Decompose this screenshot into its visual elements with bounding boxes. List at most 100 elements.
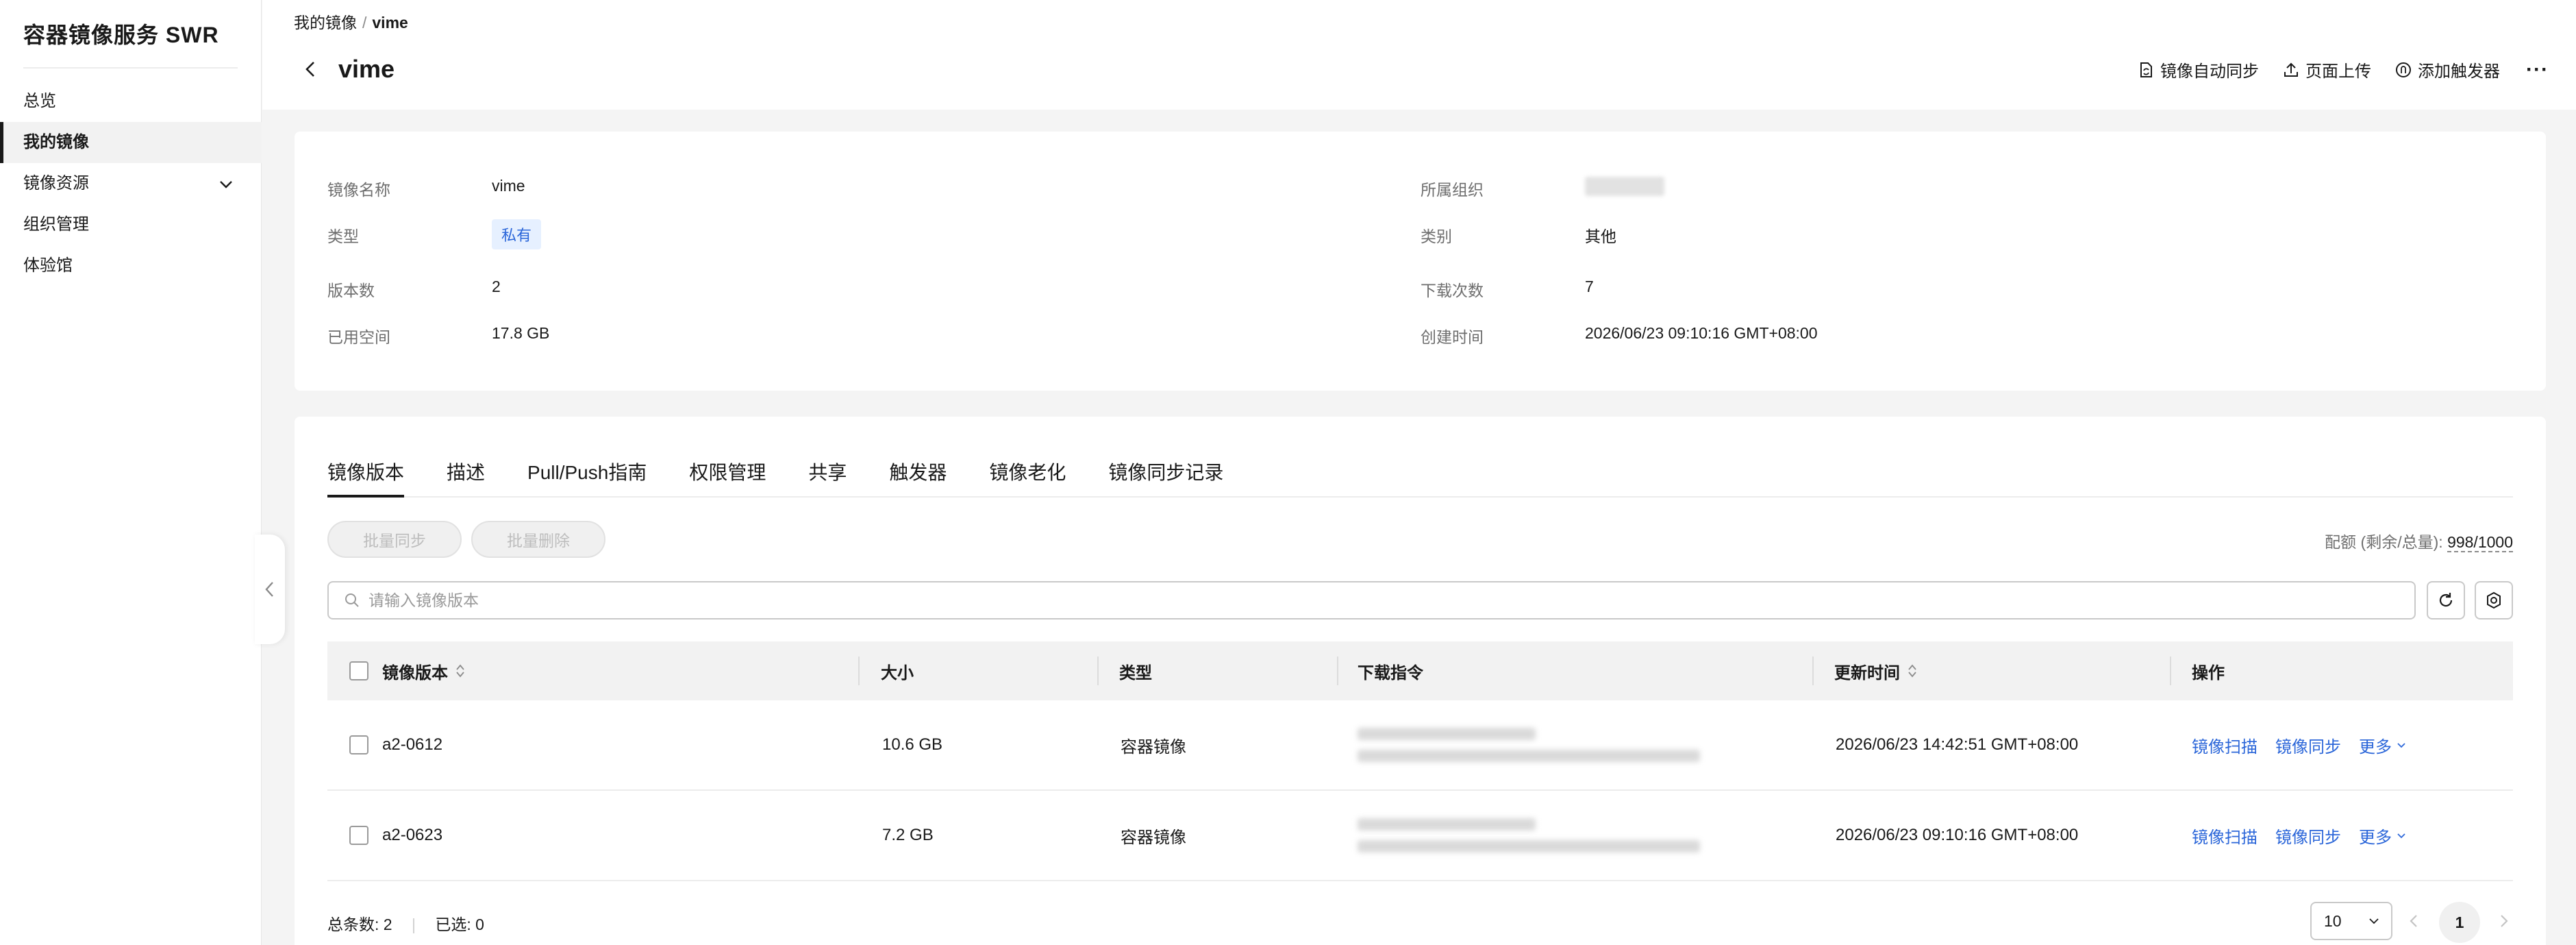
next-page-icon[interactable] xyxy=(2494,911,2513,931)
column-header-version[interactable]: 镜像版本 xyxy=(382,641,466,700)
more-actions-button[interactable]: ··· xyxy=(2526,58,2549,82)
tab-triggers[interactable]: 触发器 xyxy=(889,452,947,496)
image-scan-link[interactable]: 镜像扫描 xyxy=(2192,824,2258,848)
row-checkbox[interactable] xyxy=(349,735,368,754)
column-header-type: 类型 xyxy=(1119,663,1152,683)
tab-sharing[interactable]: 共享 xyxy=(808,452,847,496)
sync-doc-icon xyxy=(2140,62,2153,77)
download-count-label: 下载次数 xyxy=(1421,282,1484,299)
version-count-value: 2 xyxy=(492,278,501,295)
chevron-down-icon xyxy=(220,181,232,188)
used-space-label: 已用空间 xyxy=(327,328,390,346)
table-header: 镜像版本 大小 类型 下载指令 更新时间 操作 xyxy=(327,641,2513,700)
version-count-label: 版本数 xyxy=(327,282,375,299)
tab-permissions[interactable]: 权限管理 xyxy=(689,452,766,496)
versions-card: 镜像版本 描述 Pull/Push指南 权限管理 共享 触发器 镜像老化 镜像同… xyxy=(295,417,2546,945)
tab-pull-push-guide[interactable]: Pull/Push指南 xyxy=(527,452,647,496)
more-dropdown[interactable]: 更多 xyxy=(2359,824,2407,848)
tab-sync-records[interactable]: 镜像同步记录 xyxy=(1108,452,1223,496)
row-checkbox[interactable] xyxy=(349,826,368,845)
category-value: 其他 xyxy=(1585,228,1616,245)
column-version-label: 镜像版本 xyxy=(382,663,448,683)
image-name-label: 镜像名称 xyxy=(327,181,390,199)
tab-image-aging[interactable]: 镜像老化 xyxy=(989,452,1066,496)
chevron-down-icon xyxy=(2369,918,2379,924)
breadcrumb-current: vime xyxy=(372,14,408,32)
chevron-down-icon xyxy=(2397,833,2405,839)
created-time-label: 创建时间 xyxy=(1421,328,1484,346)
table-row: a2-0612 10.6 GB 容器镜像 2026/06/23 14:42:51… xyxy=(327,700,2513,791)
page-upload-label: 页面上传 xyxy=(2305,62,2372,81)
breadcrumb-parent-link[interactable]: 我的镜像 xyxy=(294,14,357,32)
more-label: 更多 xyxy=(2359,737,2392,757)
sidebar-collapse-button[interactable] xyxy=(255,535,285,644)
batch-delete-button[interactable]: 批量删除 xyxy=(471,521,605,558)
sidebar-item-experience-hall[interactable]: 体验馆 xyxy=(0,245,262,286)
detail-tabs: 镜像版本 描述 Pull/Push指南 权限管理 共享 触发器 镜像老化 镜像同… xyxy=(327,452,2513,498)
tab-image-versions[interactable]: 镜像版本 xyxy=(327,452,405,498)
sidebar-divider xyxy=(23,67,238,69)
column-divider xyxy=(2170,656,2171,685)
refresh-button[interactable] xyxy=(2427,581,2465,619)
sidebar: 容器镜像服务 SWR 总览 我的镜像 镜像资源 组织管理 体验馆 xyxy=(0,0,262,945)
quota-label: 配额 (剩余/总量): xyxy=(2325,533,2443,551)
column-header-updated[interactable]: 更新时间 xyxy=(1834,641,1918,700)
download-command-redacted xyxy=(1358,700,1700,789)
organization-label: 所属组织 xyxy=(1421,181,1484,199)
prev-page-icon[interactable] xyxy=(2405,911,2424,931)
more-label: 更多 xyxy=(2359,828,2392,847)
back-arrow-icon[interactable] xyxy=(301,59,321,79)
selected-value: 0 xyxy=(475,916,484,933)
settings-button[interactable] xyxy=(2475,581,2513,619)
column-divider xyxy=(1097,656,1099,685)
sidebar-item-label: 总览 xyxy=(23,92,56,110)
auto-sync-button[interactable]: 镜像自动同步 xyxy=(2137,58,2259,82)
auto-sync-label: 镜像自动同步 xyxy=(2160,62,2260,81)
updated-cell: 2026/06/23 14:42:51 GMT+08:00 xyxy=(1836,735,2079,754)
image-info-card: 镜像名称 vime 类型 私有 版本数 2 已用空间 17.8 GB 所属组织 … xyxy=(295,132,2546,391)
sidebar-item-my-images[interactable]: 我的镜像 xyxy=(0,122,262,163)
private-tag: 私有 xyxy=(492,219,542,249)
page-number-current[interactable]: 1 xyxy=(2439,902,2480,943)
column-divider xyxy=(1812,656,1814,685)
sidebar-item-label: 体验馆 xyxy=(23,256,73,275)
image-sync-link[interactable]: 镜像同步 xyxy=(2275,733,2341,757)
sidebar-item-org-management[interactable]: 组织管理 xyxy=(0,204,262,245)
type-value-wrap: 私有 xyxy=(492,219,542,249)
versions-table: 镜像版本 大小 类型 下载指令 更新时间 操作 a2-0612 10.6 GB … xyxy=(327,641,2513,881)
sidebar-item-overview[interactable]: 总览 xyxy=(0,81,262,122)
chevron-down-icon xyxy=(2397,743,2405,748)
page-size-select[interactable]: 10 xyxy=(2310,902,2392,940)
add-trigger-label: 添加触发器 xyxy=(2418,62,2501,81)
sidebar-menu: 总览 我的镜像 镜像资源 组织管理 体验馆 xyxy=(0,81,262,286)
column-divider xyxy=(858,656,860,685)
select-all-checkbox[interactable] xyxy=(349,661,368,680)
actions-cell: 镜像扫描 镜像同步 更多 xyxy=(2192,791,2407,880)
summary-divider: | xyxy=(411,916,416,933)
version-search-box[interactable] xyxy=(327,581,2416,619)
version-search-input[interactable] xyxy=(368,591,2355,610)
version-cell: a2-0612 xyxy=(382,735,443,754)
breadcrumb-separator: / xyxy=(362,14,367,32)
image-scan-link[interactable]: 镜像扫描 xyxy=(2192,733,2258,757)
sidebar-item-label: 组织管理 xyxy=(23,215,89,234)
add-trigger-button[interactable]: 添加触发器 xyxy=(2394,58,2500,82)
select-all-cell xyxy=(349,641,368,700)
breadcrumb: 我的镜像 / vime xyxy=(294,10,408,33)
quota-value: 998/1000 xyxy=(2447,533,2513,552)
trigger-icon xyxy=(2396,62,2412,77)
sidebar-item-label: 镜像资源 xyxy=(23,174,89,193)
image-sync-link[interactable]: 镜像同步 xyxy=(2275,824,2341,848)
page-title: vime xyxy=(338,55,395,83)
download-command-redacted xyxy=(1358,791,1700,880)
more-dropdown[interactable]: 更多 xyxy=(2359,733,2407,757)
sidebar-item-label: 我的镜像 xyxy=(23,133,89,151)
search-icon xyxy=(345,593,359,607)
refresh-icon xyxy=(2439,593,2453,607)
page-upload-button[interactable]: 页面上传 xyxy=(2282,58,2371,82)
sidebar-item-image-resources[interactable]: 镜像资源 xyxy=(0,163,262,204)
page-size-value: 10 xyxy=(2324,911,2342,930)
batch-sync-button[interactable]: 批量同步 xyxy=(327,521,462,558)
column-header-actions: 操作 xyxy=(2192,663,2225,683)
tab-description[interactable]: 描述 xyxy=(447,452,485,496)
